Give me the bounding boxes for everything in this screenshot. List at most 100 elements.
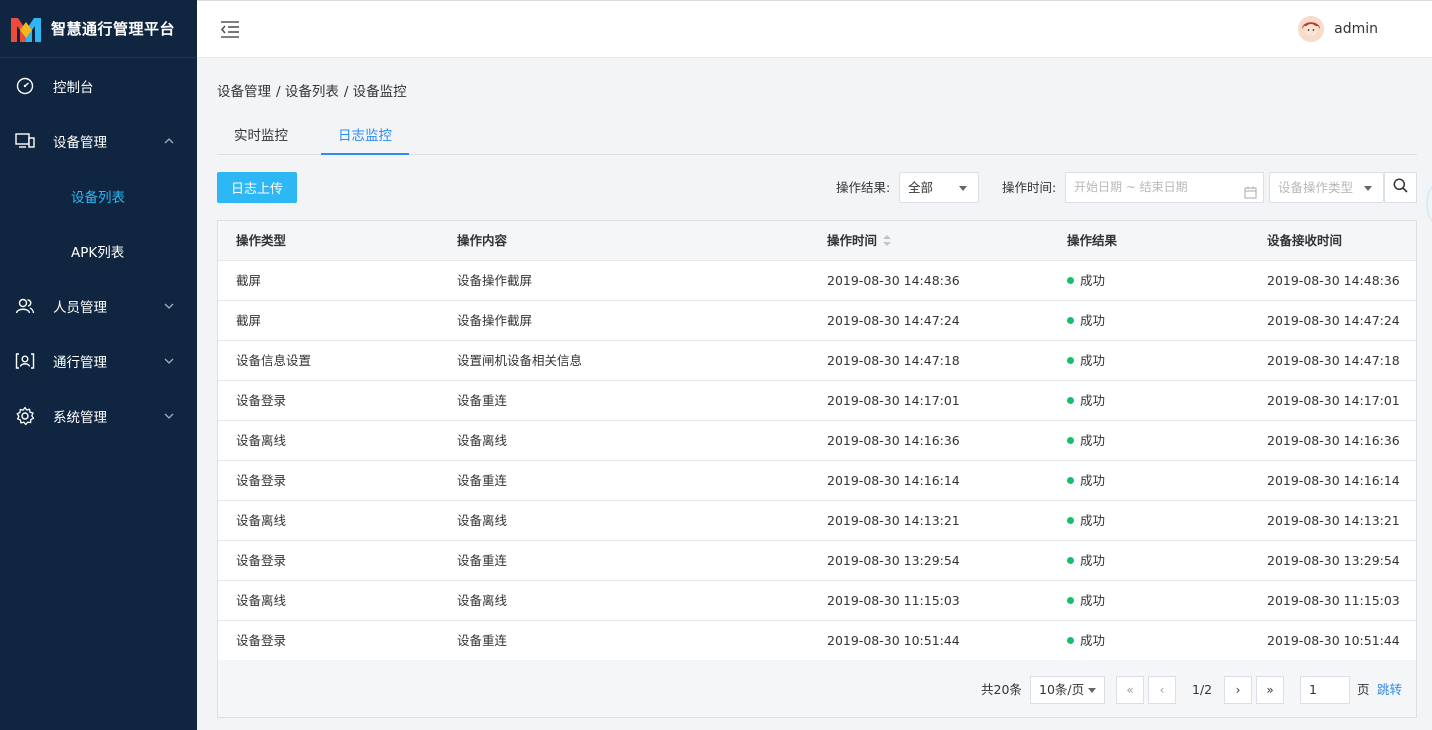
table-body: 截屏 设备操作截屏 2019-08-30 14:48:36 成功 2019-08-30 … xyxy=(218,261,1416,661)
column-header-sortable[interactable]: 操作时间 xyxy=(827,221,892,262)
cell-operation-result: 成功 xyxy=(1067,261,1105,301)
cell-receive-time: 2019-08-30 14:47:18 xyxy=(1267,353,1400,368)
breadcrumb-item[interactable]: / 设备列表 xyxy=(276,80,339,100)
page-jump-input[interactable]: 1 xyxy=(1300,676,1350,704)
cell-receive-time: 2019-08-30 11:15:03 xyxy=(1267,593,1400,608)
table-row: 设备登录 设备重连 2019-08-30 10:51:44 成功 2019-08-30 … xyxy=(218,621,1416,661)
page-unit-label: 页 xyxy=(1357,682,1370,697)
access-icon xyxy=(15,351,35,371)
next-page-button[interactable]: › xyxy=(1224,676,1252,704)
status-text: 成功 xyxy=(1080,593,1106,608)
cell-operation-content: 设置闸机设备相关信息 xyxy=(457,353,583,368)
sidebar-item-system-management[interactable]: 系统管理 xyxy=(0,388,197,443)
prev-page-button[interactable]: ‹ xyxy=(1148,676,1176,704)
sidebar-item-apk-list[interactable]: APK列表 xyxy=(0,223,197,278)
status-text: 成功 xyxy=(1080,553,1106,568)
table-row: 设备离线 设备离线 2019-08-30 11:15:03 成功 2019-08-30 … xyxy=(218,581,1416,621)
table-row: 设备信息设置 设置闸机设备相关信息 2019-08-30 14:47:18 成功 201… xyxy=(218,341,1416,381)
last-page-button[interactable]: » xyxy=(1256,676,1284,704)
chevron-up-icon xyxy=(163,135,175,147)
cell-operation-content: 设备重连 xyxy=(457,553,508,568)
cell-operation-type: 设备离线 xyxy=(236,513,287,528)
status-text: 成功 xyxy=(1080,473,1106,488)
cell-receive-time: 2019-08-30 13:29:54 xyxy=(1267,553,1400,568)
result-select-value: 全部 xyxy=(908,180,934,195)
cell-operation-time: 2019-08-30 14:48:36 xyxy=(827,273,960,288)
status-text: 成功 xyxy=(1080,393,1106,408)
jump-link[interactable]: 跳转 xyxy=(1377,676,1402,704)
cell-receive-time: 2019-08-30 14:16:36 xyxy=(1267,433,1400,448)
page-size-value: 10条/页 xyxy=(1039,682,1085,697)
cell-operation-content: 设备重连 xyxy=(457,473,508,488)
cell-receive-time: 2019-08-30 10:51:44 xyxy=(1267,633,1400,648)
breadcrumb-item[interactable]: 设备管理 xyxy=(217,80,271,100)
cell-operation-result: 成功 xyxy=(1067,501,1105,541)
sidebar-item-device-list[interactable]: 设备列表 xyxy=(0,168,197,223)
status-text: 成功 xyxy=(1080,633,1106,648)
cell-operation-time: 2019-08-30 14:47:18 xyxy=(827,353,960,368)
cell-receive-time: 2019-08-30 14:17:01 xyxy=(1267,393,1400,408)
cell-operation-time: 2019-08-30 14:17:01 xyxy=(827,393,960,408)
date-range-input[interactable]: 开始日期 ~ 结束日期 xyxy=(1065,172,1264,203)
table-row: 设备登录 设备重连 2019-08-30 14:17:01 成功 2019-08-30 … xyxy=(218,381,1416,421)
cell-operation-type: 设备登录 xyxy=(236,633,287,648)
chevron-down-icon xyxy=(163,300,175,312)
sidebar-item-label: 系统管理 xyxy=(53,409,107,426)
tab-bar: 实时监控 日志监控 xyxy=(217,118,1417,155)
operation-type-select[interactable]: 设备操作类型 xyxy=(1269,172,1384,203)
sidebar: 智慧通行管理平台 控制台 设备管理 设备列表 APK列表 人员管理 通行管理 系… xyxy=(0,0,197,730)
cell-operation-type: 截屏 xyxy=(236,313,262,328)
user-menu[interactable]: admin xyxy=(1298,16,1378,42)
chevron-down-icon xyxy=(163,410,175,422)
calendar-icon xyxy=(1244,181,1257,210)
sort-icon[interactable] xyxy=(883,222,892,262)
log-upload-button[interactable]: 日志上传 xyxy=(217,172,297,203)
first-page-button[interactable]: « xyxy=(1116,676,1144,704)
current-page-indicator: 1/2 xyxy=(1192,682,1213,697)
menu-fold-icon[interactable] xyxy=(219,19,241,39)
sidebar-item-access-management[interactable]: 通行管理 xyxy=(0,333,197,388)
sidebar-item-dashboard[interactable]: 控制台 xyxy=(0,58,197,113)
sidebar-item-people-management[interactable]: 人员管理 xyxy=(0,278,197,333)
user-name: admin xyxy=(1334,21,1378,37)
result-select[interactable]: 全部 xyxy=(899,172,979,203)
cell-operation-content: 设备离线 xyxy=(457,433,508,448)
status-dot-icon xyxy=(1067,357,1074,364)
status-text: 成功 xyxy=(1080,353,1106,368)
page-size-select[interactable]: 10条/页 xyxy=(1030,676,1105,704)
sidebar-item-label: 控制台 xyxy=(53,79,94,96)
cell-operation-result: 成功 xyxy=(1067,541,1105,581)
search-button[interactable] xyxy=(1384,172,1417,203)
status-dot-icon xyxy=(1067,397,1074,404)
cell-operation-time: 2019-08-30 11:15:03 xyxy=(827,593,960,608)
cell-operation-content: 设备重连 xyxy=(457,393,508,408)
sidebar-item-label: 设备管理 xyxy=(53,134,107,151)
table-row: 设备离线 设备离线 2019-08-30 14:16:36 成功 2019-08-30 … xyxy=(218,421,1416,461)
dashboard-icon xyxy=(15,76,35,96)
tab-realtime-monitor[interactable]: 实时监控 xyxy=(217,118,305,155)
cell-operation-type: 设备信息设置 xyxy=(236,353,312,368)
breadcrumb: 设备管理 / 设备列表 / 设备监控 xyxy=(217,80,412,100)
search-icon xyxy=(1393,178,1408,197)
tab-log-monitor[interactable]: 日志监控 xyxy=(321,118,409,155)
cell-operation-result: 成功 xyxy=(1067,421,1105,461)
chevron-down-icon xyxy=(163,355,175,367)
log-table: 操作类型 操作内容 操作时间 操作结果 设备接收时间 截屏 设备操作截屏 2019-… xyxy=(217,220,1417,718)
column-header: 操作内容 xyxy=(457,233,508,248)
status-text: 成功 xyxy=(1080,433,1106,448)
pagination-total: 共20条 xyxy=(981,682,1022,697)
cell-operation-content: 设备重连 xyxy=(457,633,508,648)
cell-operation-result: 成功 xyxy=(1067,581,1105,621)
cell-operation-content: 设备离线 xyxy=(457,513,508,528)
cell-operation-type: 设备登录 xyxy=(236,393,287,408)
logo: 智慧通行管理平台 xyxy=(0,0,197,58)
sidebar-item-device-management[interactable]: 设备管理 xyxy=(0,113,197,168)
cell-operation-type: 设备离线 xyxy=(236,593,287,608)
cell-operation-type: 设备登录 xyxy=(236,473,287,488)
app-title: 智慧通行管理平台 xyxy=(51,20,176,38)
status-dot-icon xyxy=(1067,317,1074,324)
status-dot-icon xyxy=(1067,557,1074,564)
cell-operation-time: 2019-08-30 14:16:36 xyxy=(827,433,960,448)
floating-edge-decoration xyxy=(1426,186,1432,222)
cell-operation-result: 成功 xyxy=(1067,381,1105,421)
